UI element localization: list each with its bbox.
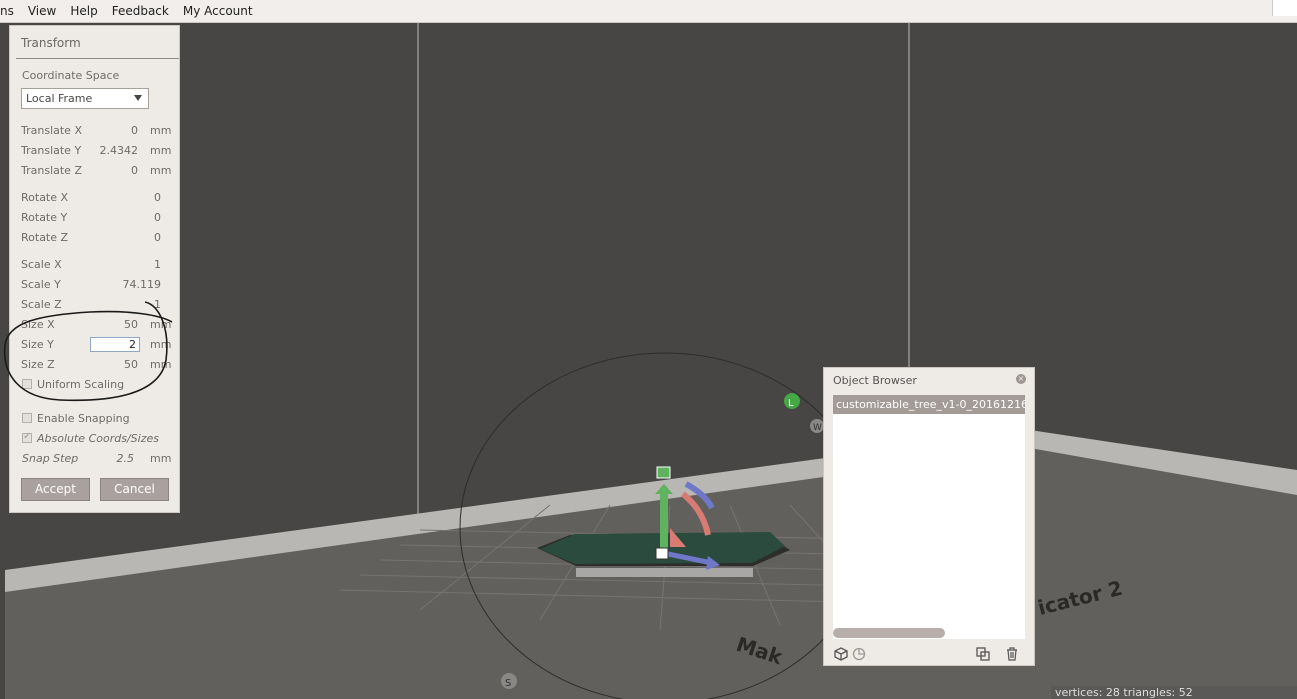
- list-item[interactable]: customizable_tree_v1-0_20161216-116: [833, 395, 1025, 414]
- size-y-unit: mm: [150, 338, 172, 351]
- size-x-label: Size X: [21, 318, 55, 331]
- transform-panel: Transform Coordinate Space Local Frame T…: [9, 25, 180, 513]
- translate-x-label: Translate X: [21, 124, 82, 137]
- rotate-y-field[interactable]: 0: [101, 211, 161, 224]
- translate-x-field[interactable]: 0: [78, 124, 138, 137]
- svg-text:L: L: [788, 398, 794, 409]
- enable-snapping-checkbox[interactable]: [22, 413, 32, 423]
- size-z-unit: mm: [150, 358, 172, 371]
- scale-x-field[interactable]: 1: [101, 258, 161, 271]
- absolute-coords-label: Absolute Coords/Sizes: [37, 432, 159, 445]
- scale-x-label: Scale X: [21, 258, 62, 271]
- translate-y-unit: mm: [150, 144, 172, 157]
- size-z-label: Size Z: [21, 358, 55, 371]
- trash-icon[interactable]: [1004, 646, 1020, 662]
- translate-z-unit: mm: [150, 164, 172, 177]
- size-y-input[interactable]: 2: [90, 337, 140, 352]
- absolute-coords-checkbox[interactable]: [22, 431, 32, 443]
- coordinate-space-value: Local Frame: [26, 92, 93, 105]
- uniform-scaling-label: Uniform Scaling: [37, 378, 125, 391]
- scale-y-label: Scale Y: [21, 278, 61, 291]
- 3d-viewport[interactable]: Mak icator 2 L W S: [0, 22, 1297, 699]
- size-z-field[interactable]: 50: [78, 358, 138, 371]
- translate-z-field[interactable]: 0: [78, 164, 138, 177]
- object-list[interactable]: customizable_tree_v1-0_20161216-116: [833, 395, 1025, 639]
- coordinate-space-label: Coordinate Space: [22, 69, 120, 82]
- translate-x-unit: mm: [150, 124, 172, 137]
- accept-button[interactable]: Accept: [21, 478, 90, 501]
- menu-item-help[interactable]: Help: [63, 0, 104, 22]
- svg-text:S: S: [505, 678, 511, 689]
- horizontal-scrollbar[interactable]: [833, 628, 945, 638]
- enable-snapping-label: Enable Snapping: [37, 412, 130, 425]
- close-icon[interactable]: ×: [1016, 374, 1026, 384]
- size-x-unit: mm: [150, 318, 172, 331]
- viewport-canvas[interactable]: Mak icator 2 L W S: [0, 22, 1297, 699]
- cancel-button[interactable]: Cancel: [100, 478, 169, 501]
- chevron-down-icon: [134, 95, 142, 101]
- svg-text:W: W: [813, 423, 822, 433]
- size-y-label: Size Y: [21, 338, 54, 351]
- rotate-x-label: Rotate X: [21, 191, 69, 204]
- rotate-x-field[interactable]: 0: [101, 191, 161, 204]
- menu-item-my-account[interactable]: My Account: [176, 0, 260, 22]
- rotate-z-field[interactable]: 0: [101, 231, 161, 244]
- object-browser-title: Object Browser: [833, 374, 917, 387]
- snap-step-unit: mm: [150, 452, 172, 465]
- status-text: vertices: 28 triangles: 52: [1051, 686, 1297, 699]
- gizmo-y-scale-handle[interactable]: [656, 466, 671, 479]
- object-browser-panel: Object Browser × customizable_tree_v1-0_…: [823, 367, 1035, 666]
- snap-step-field[interactable]: 2.5: [74, 452, 135, 465]
- uniform-scaling-checkbox[interactable]: [22, 379, 32, 389]
- translate-y-field[interactable]: 2.4342: [78, 144, 139, 157]
- scale-z-label: Scale Z: [21, 298, 62, 311]
- title-divider: [16, 58, 179, 59]
- gizmo-center-handle[interactable]: [655, 547, 669, 560]
- size-x-field[interactable]: 50: [78, 318, 138, 331]
- object-front: [576, 568, 753, 577]
- duplicate-icon[interactable]: [975, 646, 991, 662]
- menu-bar: ns View Help Feedback My Account: [0, 0, 1297, 23]
- coordinate-space-dropdown[interactable]: Local Frame: [21, 88, 149, 109]
- panel-title: Transform: [21, 36, 81, 50]
- scale-y-field[interactable]: 74.119: [101, 278, 162, 291]
- menu-item-tools[interactable]: ns: [0, 0, 21, 22]
- translate-z-label: Translate Z: [21, 164, 82, 177]
- scale-z-field[interactable]: 1: [101, 298, 161, 311]
- snap-step-label: Snap Step: [22, 452, 79, 465]
- gizmo-y-axis: [660, 492, 668, 548]
- menubar-search-field[interactable]: [1272, 0, 1297, 16]
- menu-item-feedback[interactable]: Feedback: [105, 0, 176, 22]
- rotate-z-label: Rotate Z: [21, 231, 69, 244]
- cube-icon[interactable]: [833, 646, 849, 662]
- group-icon[interactable]: [851, 646, 867, 662]
- menu-item-view[interactable]: View: [21, 0, 63, 22]
- rotate-y-label: Rotate Y: [21, 211, 68, 224]
- translate-y-label: Translate Y: [21, 144, 82, 157]
